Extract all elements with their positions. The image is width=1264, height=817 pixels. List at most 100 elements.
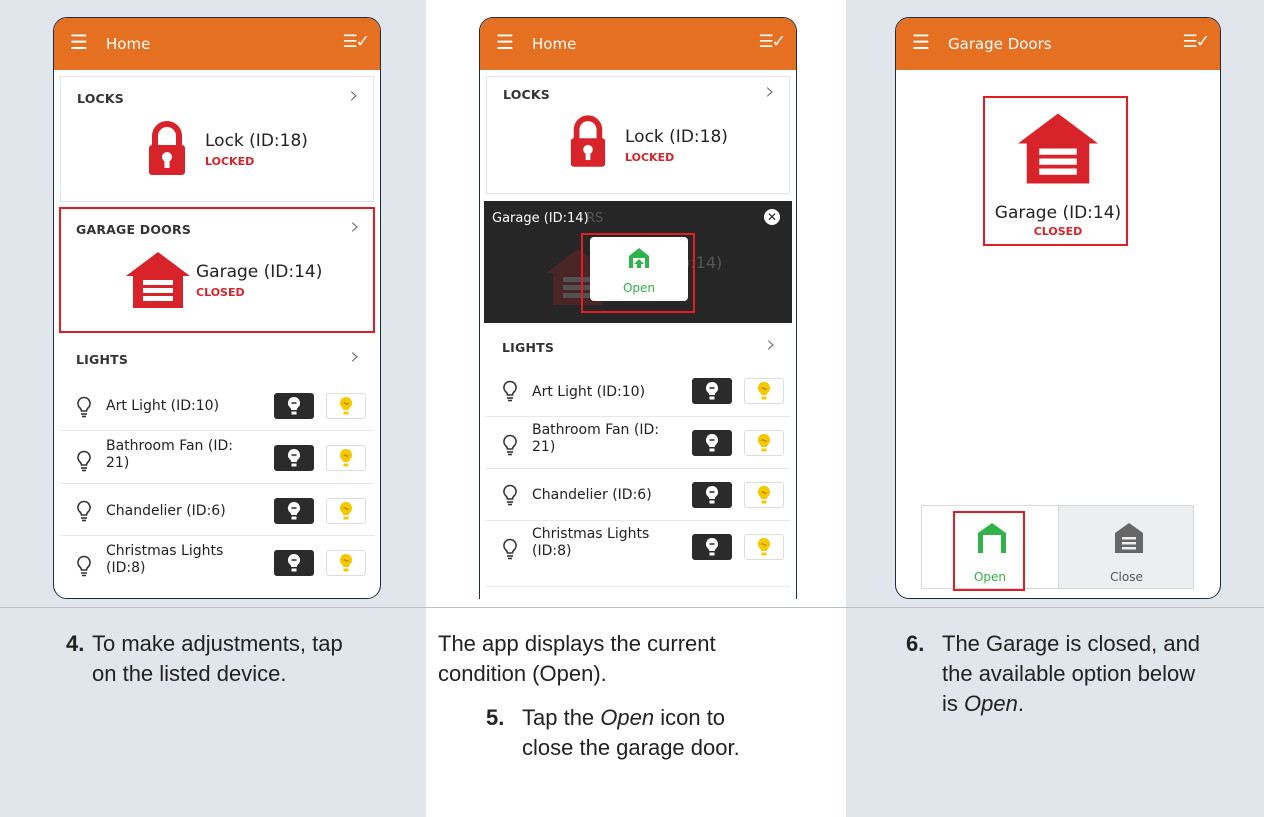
light-on-button[interactable] [326,550,366,576]
checklist-icon[interactable]: ☰✓ [343,30,371,54]
locks-card-title: LOCKS [77,91,125,106]
lightbulb-off-icon [286,448,302,468]
header-title: Home [532,35,577,53]
light-on-button[interactable] [326,393,366,419]
light-off-button[interactable] [274,498,314,524]
light-on-button[interactable] [744,482,784,508]
lightbulb-on-icon [338,553,354,573]
chevron-right-icon[interactable]: › [350,342,360,370]
light-row[interactable]: Bathroom Fan (ID: 21) [76,436,366,480]
highlight-box [581,233,695,313]
step-number: 6. [906,631,925,656]
light-row[interactable]: Bathroom Fan (ID: 21) [502,420,784,464]
app-header: ☰ Home ☰✓ [54,18,380,70]
lightbulb-on-icon [756,537,772,557]
caption-line: condition (Open). [438,661,607,686]
light-off-button[interactable] [274,550,314,576]
row-divider [60,483,374,484]
light-off-button[interactable] [692,378,732,404]
light-on-button[interactable] [744,378,784,404]
caption-line: is Open. [942,691,1024,716]
light-name: Bathroom Fan (ID: 21) [106,438,233,471]
light-on-button[interactable] [326,445,366,471]
lights-card-title: LIGHTS [502,340,555,355]
light-name: Art Light (ID:10) [106,398,220,414]
garage-closed-icon [1115,523,1143,553]
lock-state: LOCKED [625,151,675,164]
caption-line: To make adjustments, tap [92,631,343,656]
row-divider [60,535,374,536]
app-header: ☰ Garage Doors ☰✓ [896,18,1220,70]
lightbulb-outline-icon [76,555,92,577]
hamburger-menu-icon[interactable]: ☰ [496,30,514,54]
light-row[interactable]: Christmas Lights (ID:8) [76,541,366,585]
highlight-box [953,511,1025,591]
header-title: Garage Doors [948,35,1052,53]
locks-card[interactable]: LOCKS › Lock (ID:18) LOCKED [486,76,790,194]
locks-card-title: LOCKS [503,87,551,102]
light-off-button[interactable] [692,534,732,560]
lightbulb-off-icon [704,381,720,401]
row-divider [486,468,790,469]
close-label: Close [1110,570,1143,584]
light-off-button[interactable] [692,430,732,456]
highlight-box [59,207,375,333]
lock-device-name: Lock (ID:18) [625,127,728,147]
light-off-button[interactable] [274,445,314,471]
light-off-button[interactable] [692,482,732,508]
lightbulb-off-icon [704,485,720,505]
light-row[interactable]: Art Light (ID:10) [502,370,784,414]
lock-icon [569,115,607,169]
lights-card[interactable]: LIGHTS › Art Light (ID:10) Bathroom Fan … [486,328,790,599]
chevron-right-icon[interactable]: › [765,77,775,105]
light-on-button[interactable] [326,498,366,524]
header-title: Home [106,35,151,53]
light-row[interactable]: Art Light (ID:10) [76,384,366,428]
caption-line: on the listed device. [92,661,287,686]
light-on-button[interactable] [744,534,784,560]
caption-line: the available option below [942,661,1196,686]
checklist-icon[interactable]: ☰✓ [1183,30,1211,54]
checklist-icon[interactable]: ☰✓ [759,30,787,54]
highlight-box [983,96,1128,246]
caption-line: close the garage door. [522,735,740,760]
lightbulb-off-icon [704,537,720,557]
chevron-right-icon[interactable]: › [766,330,776,358]
app-header: ☰ Home ☰✓ [480,18,796,70]
row-divider [486,416,790,417]
phone-screen-home: ☰ Home ☰✓ LOCKS › Lock (ID:18) LOCKED GA… [53,17,381,599]
lights-card[interactable]: LIGHTS › Art Light (ID:10) Bathroom Fan … [60,338,374,598]
lights-card-title: LIGHTS [76,352,129,367]
light-name: Christmas Lights (ID:8) [106,543,224,576]
locks-card[interactable]: LOCKS › Lock (ID:18) LOCKED [60,76,374,202]
light-row[interactable]: Chandelier (ID:6) [76,488,366,532]
step-number: 5. [486,705,505,730]
light-name: Chandelier (ID:6) [532,487,652,503]
light-on-button[interactable] [744,430,784,456]
step-number: 4. [66,631,85,656]
phone-screen-garage-popup: ☰ Home ☰✓ LOCKS › Lock (ID:18) LOCKED Ga… [479,17,797,599]
light-name: Bathroom Fan (ID: 21) [532,422,659,455]
row-divider [486,586,790,587]
close-circle-icon[interactable]: ✕ [764,209,780,225]
chevron-right-icon[interactable]: › [349,81,359,109]
overlay-hidden-text: RS [586,211,604,226]
lightbulb-off-icon [286,396,302,416]
caption-line: The app displays the current [438,631,716,656]
lightbulb-outline-icon [76,450,92,472]
lightbulb-outline-icon [502,484,518,506]
divider-line [0,607,1264,608]
lightbulb-off-icon [286,553,302,573]
lock-icon [147,121,187,177]
phone-screen-garage-doors: ☰ Garage Doors ☰✓ Garage (ID:14) CLOSED … [895,17,1221,599]
lightbulb-on-icon [756,433,772,453]
hamburger-menu-icon[interactable]: ☰ [912,30,930,54]
light-row[interactable]: Christmas Lights (ID:8) [502,524,784,568]
close-button[interactable]: Close [1060,506,1193,588]
hamburger-menu-icon[interactable]: ☰ [70,30,88,54]
lightbulb-on-icon [338,501,354,521]
caption-line: The Garage is closed, and [942,631,1201,656]
light-off-button[interactable] [274,393,314,419]
light-row[interactable]: Chandelier (ID:6) [502,472,784,516]
lightbulb-outline-icon [502,434,518,456]
